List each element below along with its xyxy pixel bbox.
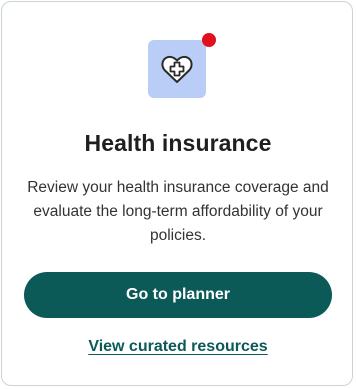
view-curated-resources-link[interactable]: View curated resources xyxy=(2,338,354,356)
card-title: Health insurance xyxy=(84,130,272,156)
heart-with-medical-cross-icon xyxy=(161,55,193,83)
health-insurance-card: Health insurance Review your health insu… xyxy=(1,1,353,386)
go-to-planner-button[interactable]: Go to planner xyxy=(24,272,332,318)
icon-tile xyxy=(148,40,206,98)
notification-dot xyxy=(202,33,216,47)
card-description: Review your health insurance coverage an… xyxy=(27,179,329,244)
